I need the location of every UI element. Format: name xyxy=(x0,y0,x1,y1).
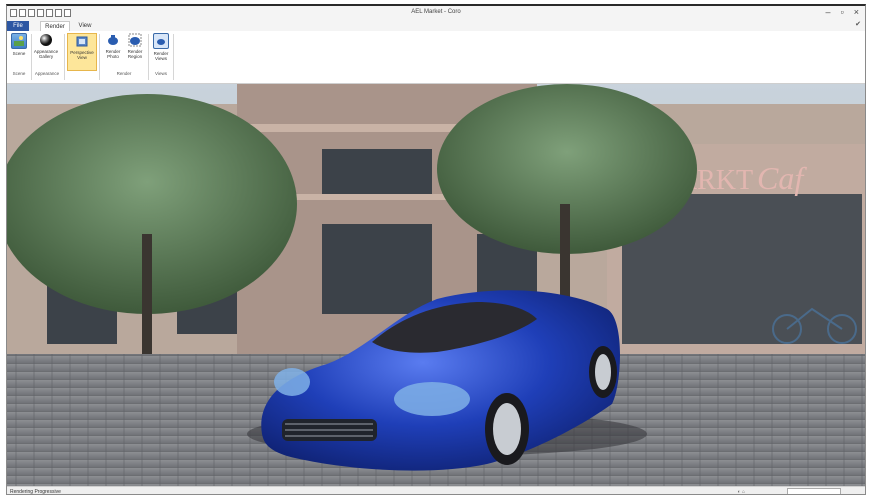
group-views-label: Views xyxy=(155,71,167,76)
ribbon-separator xyxy=(148,34,149,80)
ribbon: Scene Scene Appearance Gallery Appearanc… xyxy=(7,31,865,84)
window-controls: – ▫ × xyxy=(826,7,859,17)
status-icons: ◐ ⌂ xyxy=(737,489,745,495)
appearance-gallery-button[interactable]: Appearance Gallery xyxy=(33,33,59,59)
minimize-icon[interactable]: – xyxy=(826,7,831,17)
group-appearance-label: Appearance xyxy=(34,71,60,76)
ribbon-separator xyxy=(99,34,100,80)
teapot-region-icon xyxy=(128,33,142,47)
status-bar: Rendering Progressive ◐ ⌂ xyxy=(7,486,865,495)
close-icon[interactable]: × xyxy=(854,7,859,17)
camera-icon xyxy=(75,34,89,48)
window-title: AEL Market - Coro xyxy=(411,9,461,15)
perspective-view-button[interactable]: Perspective View xyxy=(67,33,97,71)
scene-button[interactable]: Scene xyxy=(9,33,29,56)
appearance-gallery-label: Appearance Gallery xyxy=(33,49,59,59)
teapot-icon xyxy=(106,33,120,47)
zoom-control[interactable] xyxy=(787,488,841,494)
ribbon-separator xyxy=(64,34,65,80)
render-views-label: Render Views xyxy=(153,51,169,61)
render-views-button[interactable]: Render Views xyxy=(151,33,171,61)
app-window: AEL Market - Coro – ▫ × File Render View… xyxy=(6,4,866,495)
group-render-label: Render xyxy=(116,71,132,76)
help-icon[interactable]: ✔ xyxy=(855,20,861,28)
render-photo-button[interactable]: Render Photo xyxy=(102,33,124,59)
scene-icon xyxy=(11,33,27,49)
status-text: Rendering Progressive xyxy=(10,489,61,495)
tab-view[interactable]: View xyxy=(75,21,95,31)
rendered-scene: MARKT Caf xyxy=(7,84,865,486)
render-region-label: Render Region xyxy=(127,49,143,59)
sphere-icon xyxy=(39,33,53,47)
group-scene-label: Scene xyxy=(12,71,26,76)
restore-icon[interactable]: ▫ xyxy=(841,7,844,17)
markt-cafe-sign: Caf xyxy=(757,160,807,196)
render-region-button[interactable]: Render Region xyxy=(124,33,146,59)
ribbon-separator xyxy=(173,34,174,80)
title-bar: AEL Market - Coro – ▫ × xyxy=(7,6,865,21)
perspective-view-label: Perspective View xyxy=(70,50,94,60)
render-viewport[interactable]: MARKT Caf xyxy=(7,84,865,486)
tab-file[interactable]: File xyxy=(7,21,29,31)
scene-button-label: Scene xyxy=(12,51,26,56)
render-views-icon xyxy=(153,33,169,49)
render-photo-label: Render Photo xyxy=(105,49,121,59)
